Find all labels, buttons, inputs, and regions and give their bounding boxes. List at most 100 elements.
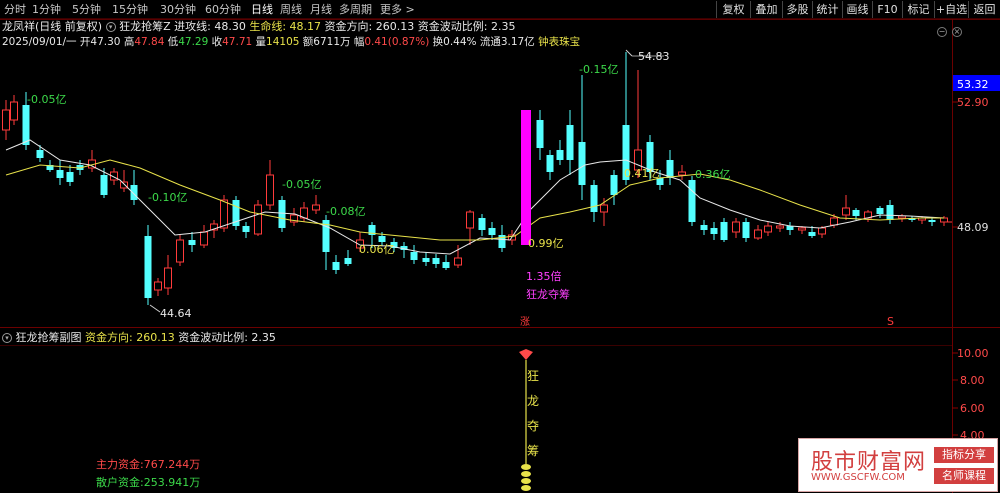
flow-label: 0.36亿	[695, 168, 731, 181]
candle-body	[700, 225, 708, 230]
float-value: 3.17亿	[500, 36, 535, 48]
candle-body	[254, 204, 262, 235]
flow-label: -0.10亿	[148, 191, 187, 204]
change-label: 幅	[353, 36, 365, 48]
f10-button[interactable]: F10	[872, 1, 902, 18]
stock-name[interactable]: 龙凤祥(日线 前复权)	[2, 20, 102, 33]
candle-body	[242, 226, 250, 232]
multi-stock-button[interactable]: 多股	[782, 1, 812, 18]
overlay-button[interactable]: 叠加	[750, 1, 782, 18]
draw-line-button[interactable]: 画线	[842, 1, 872, 18]
chart-canvas[interactable]: 54.83 44.64 -0.05亿 -0.10亿 -0.05亿 -0.08亿 …	[0, 0, 1000, 493]
main-fund-label: 主力资金:767.244万	[96, 458, 201, 471]
tab-30min[interactable]: 30分钟	[158, 2, 198, 17]
indicator-name[interactable]: 狂龙抢筹Z	[119, 20, 171, 33]
flow-label: -0.05亿	[27, 93, 66, 106]
candle-body	[454, 257, 462, 266]
candle-body	[36, 150, 44, 158]
low-label: 低	[167, 36, 179, 48]
candle-body	[154, 281, 162, 291]
high-value: 47.84	[134, 36, 165, 48]
turnover-value: 0.44%	[443, 36, 477, 48]
mark-button[interactable]: 标记	[902, 1, 934, 18]
sub-fund-ratio: 资金波动比例: 2.35	[178, 331, 276, 344]
candle-body	[220, 199, 228, 229]
entry-line-value: 进攻线: 48.30	[174, 20, 246, 33]
candle-body	[886, 205, 894, 220]
sub-y-tick: 6.00	[960, 402, 985, 415]
candle-body	[852, 210, 860, 216]
candle-body	[546, 155, 554, 172]
amount-label: 额	[302, 36, 314, 48]
candle-body	[266, 174, 274, 206]
candle-body	[66, 172, 74, 182]
sub-y-tick: 10.00	[957, 347, 989, 360]
candle-body	[818, 227, 826, 235]
signal-char: 龙	[527, 394, 539, 408]
candle-body	[600, 204, 608, 213]
tab-60min[interactable]: 60分钟	[203, 2, 243, 17]
close-panel-icon[interactable]: ×	[952, 27, 962, 37]
candle-body	[928, 220, 936, 222]
sub-fund-direction: 资金方向: 260.13	[85, 331, 175, 344]
flow-label: 0.06亿	[359, 243, 395, 256]
flow-label: 0.41亿	[624, 167, 660, 180]
sub-indicator-name[interactable]: 狂龙抢筹副图	[16, 331, 82, 344]
signal-char: 狂	[527, 369, 539, 383]
sub-indicator-settings-icon[interactable]: ▾	[2, 333, 12, 343]
candle-body	[566, 125, 574, 160]
date: 2025/09/01/一	[2, 36, 77, 48]
candle-body	[22, 105, 30, 145]
tab-monthly[interactable]: 月线	[308, 2, 334, 17]
flow-label: -0.05亿	[282, 178, 321, 191]
candle-body	[742, 222, 750, 238]
stats-button[interactable]: 统计	[812, 1, 842, 18]
fund-direction-value: 资金方向: 260.13	[324, 20, 415, 33]
fund-ratio-value: 资金波动比例: 2.35	[417, 20, 516, 33]
candle-body	[808, 232, 816, 236]
candle-body	[144, 236, 152, 298]
candle-body	[164, 267, 172, 289]
tab-fenshi[interactable]: 分时	[2, 2, 28, 17]
indicator-settings-icon[interactable]: ▾	[105, 22, 116, 32]
candle-body	[478, 218, 486, 230]
close-value: 47.71	[222, 36, 253, 48]
back-button[interactable]: 返回	[968, 1, 1000, 18]
tab-weekly[interactable]: 周线	[278, 2, 304, 17]
candle-body	[556, 150, 564, 160]
flow-label: 0.99亿	[528, 237, 564, 250]
concept-tag[interactable]: 钟表珠宝	[538, 36, 580, 48]
tab-1min[interactable]: 1分钟	[30, 2, 63, 17]
candle-body	[578, 142, 586, 185]
tab-multi-period[interactable]: 多周期	[337, 2, 374, 17]
badge-teacher-course: 名师课程	[934, 468, 994, 484]
candle-body	[410, 252, 418, 260]
candle-body	[798, 227, 806, 231]
candle-body	[842, 207, 850, 216]
flow-label: -0.15亿	[579, 63, 618, 76]
tab-more[interactable]: 更多 >	[378, 2, 417, 17]
candle-body	[422, 258, 430, 262]
high-price-label: 54.83	[638, 50, 670, 63]
volume-value: 14105	[266, 36, 300, 48]
candle-body	[344, 258, 352, 264]
candle-body	[10, 101, 18, 121]
candle-body	[488, 228, 496, 235]
close-label: 收	[211, 36, 223, 48]
zoom-out-icon[interactable]: −	[937, 27, 947, 37]
site-url: WWW.GSCFW.COM	[811, 472, 905, 483]
flow-label: -0.08亿	[326, 205, 365, 218]
adjust-button[interactable]: 复权	[716, 1, 750, 18]
add-watchlist-button[interactable]: +自选	[934, 1, 968, 18]
candle-body	[720, 222, 728, 240]
candle-body	[876, 208, 884, 214]
tab-daily[interactable]: 日线	[249, 2, 275, 17]
candle-body	[100, 175, 108, 195]
candle-body	[56, 170, 64, 178]
candle-body	[466, 211, 474, 229]
price-tick: 52.90	[957, 96, 989, 109]
current-price: 53.32	[957, 78, 989, 91]
fund-summary: 主力资金:767.244万 散户资金:253.941万	[96, 456, 200, 492]
tab-15min[interactable]: 15分钟	[110, 2, 150, 17]
tab-5min[interactable]: 5分钟	[70, 2, 103, 17]
